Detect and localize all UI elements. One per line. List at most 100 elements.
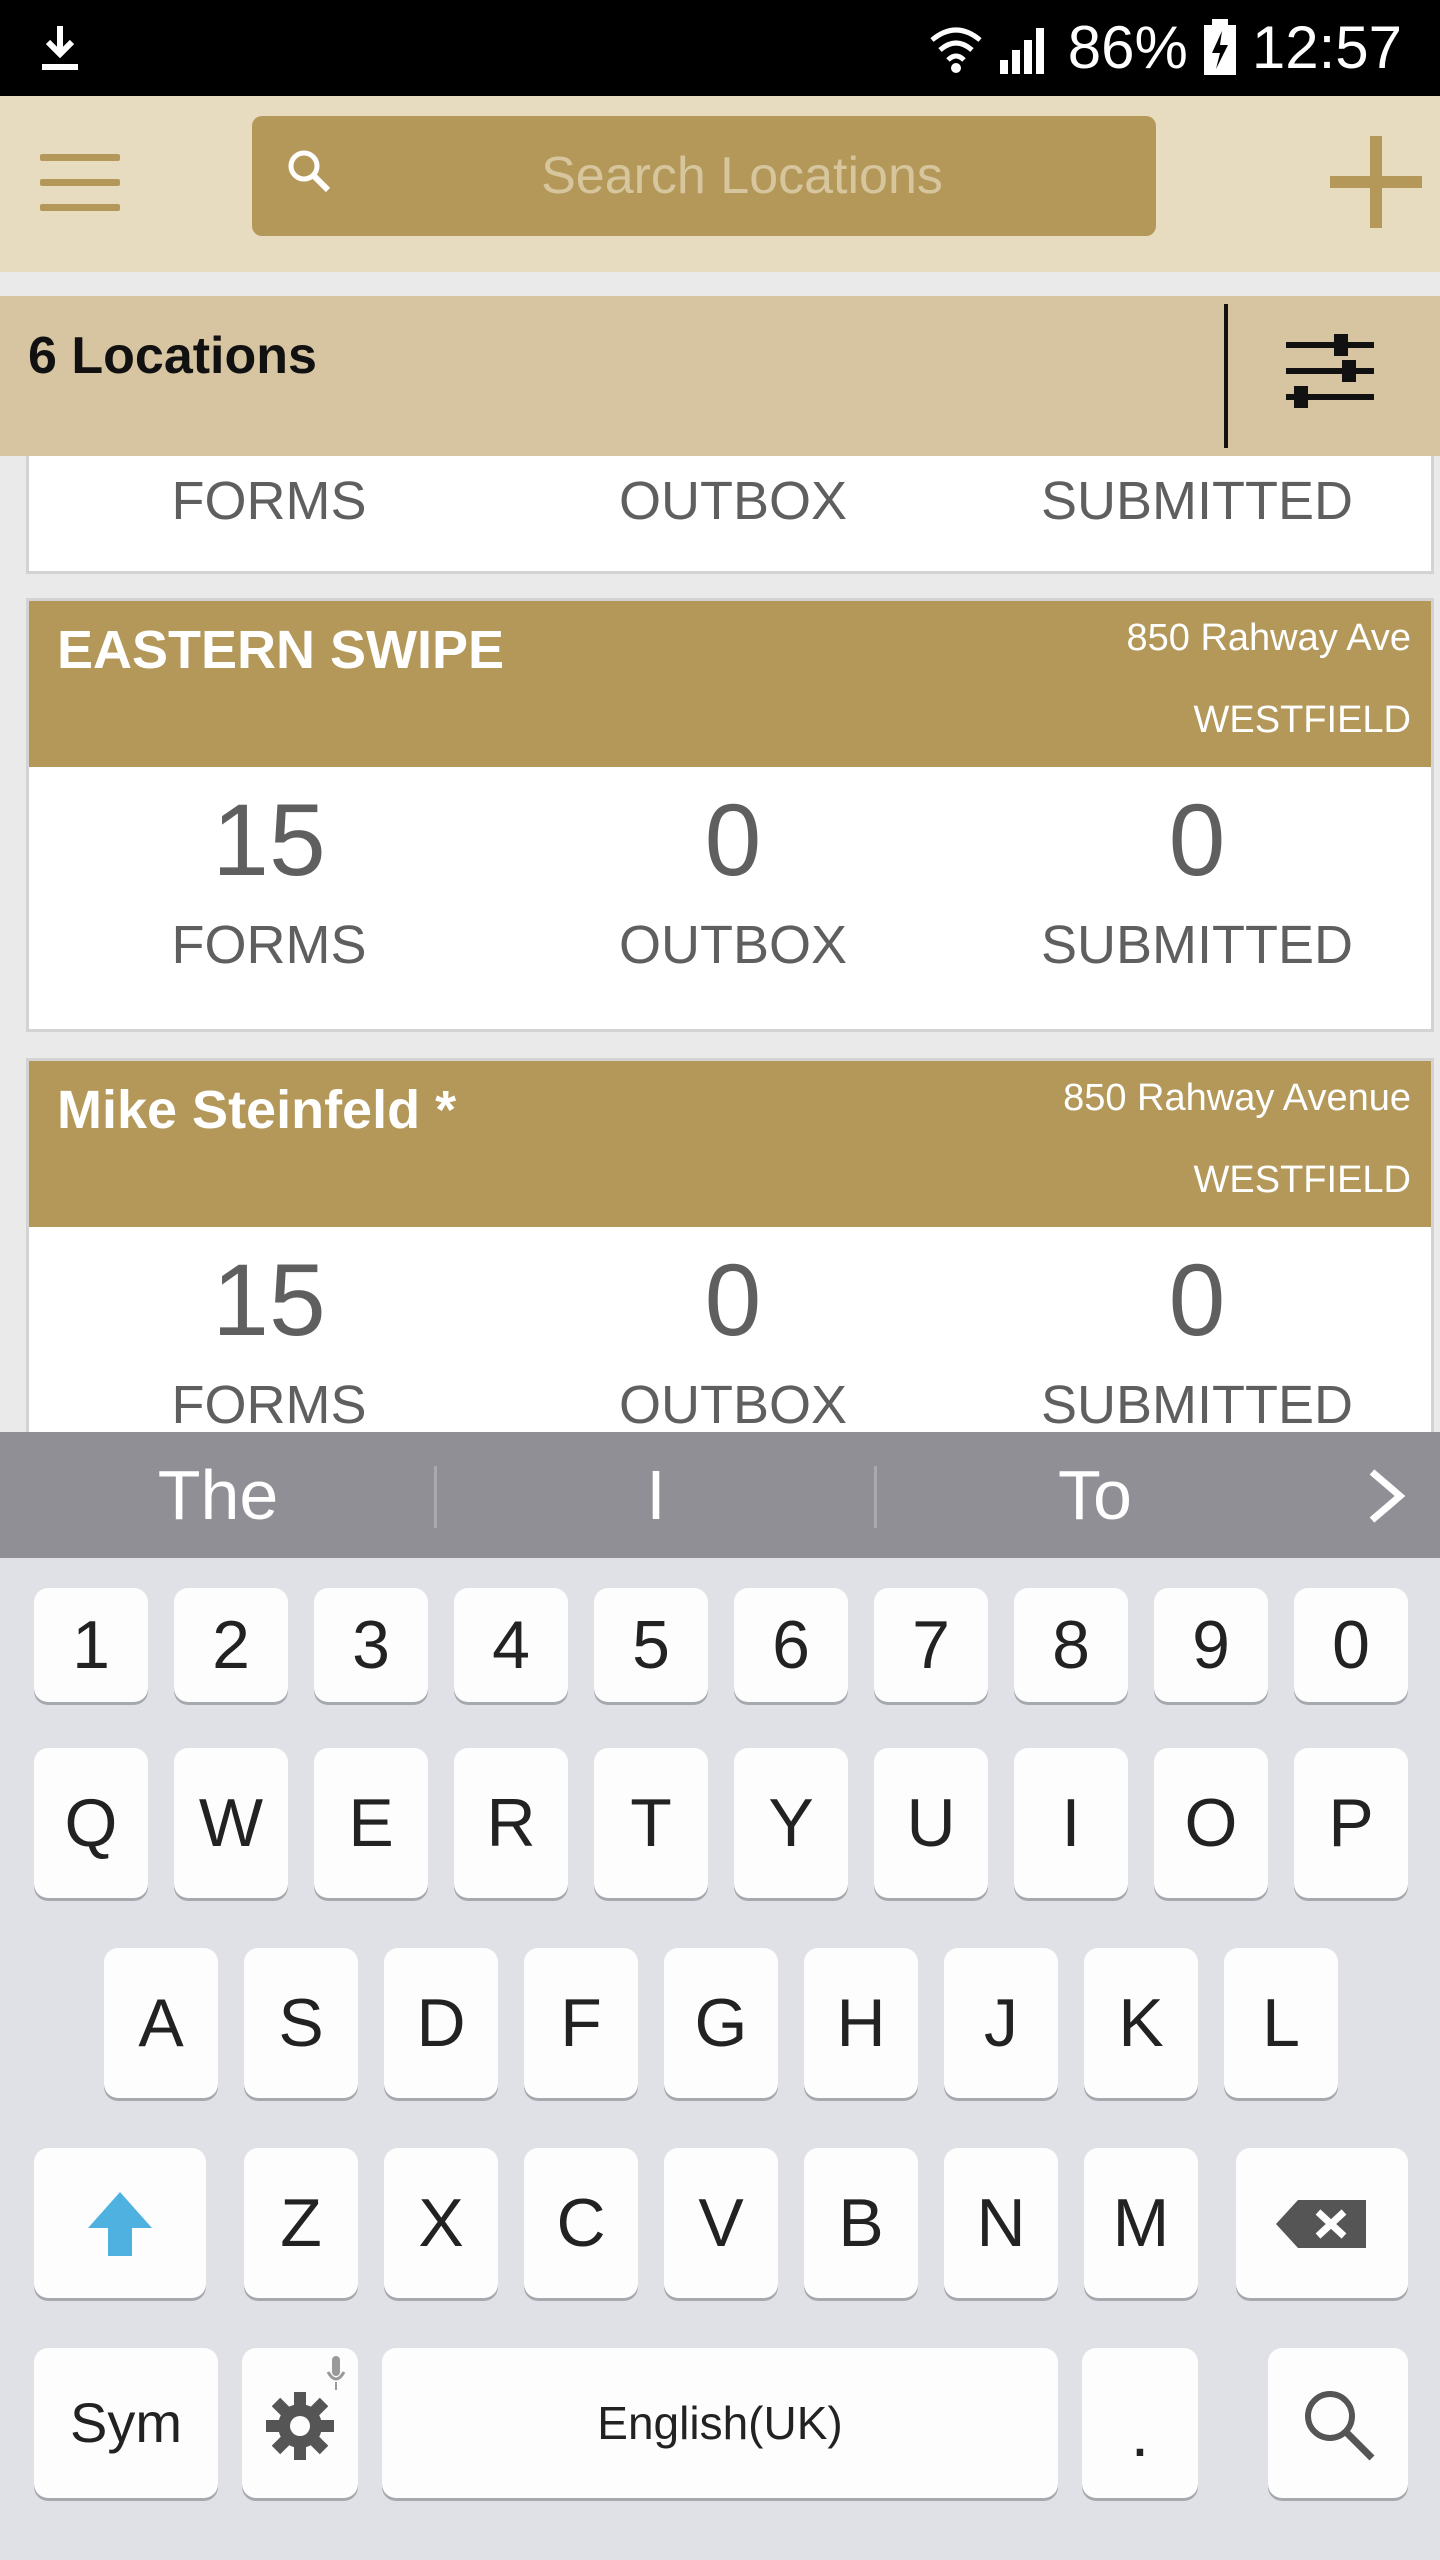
outbox-count: 0 [704, 1243, 762, 1357]
forms-label: FORMS [171, 471, 367, 531]
symbols-key[interactable]: Sym [34, 2348, 218, 2498]
letter-key[interactable]: K [1084, 1948, 1198, 2098]
on-screen-keyboard: The I To 1234567890 QWERTYUIOP ASDFGHJKL… [0, 1432, 1440, 2560]
letter-key[interactable]: Q [34, 1748, 148, 1898]
locations-count: 6 Locations [28, 327, 317, 385]
letter-key[interactable]: Z [244, 2148, 358, 2298]
suggestion-bar: The I To [0, 1432, 1440, 1558]
letter-key[interactable]: P [1294, 1748, 1408, 1898]
suggestion-word[interactable]: I [437, 1432, 875, 1558]
forms-count: 15 [212, 1243, 326, 1357]
number-key[interactable]: 6 [734, 1588, 848, 1702]
suggestion-word[interactable]: To [877, 1432, 1313, 1558]
shift-key[interactable] [34, 2148, 206, 2298]
shift-arrow-icon [88, 2192, 152, 2256]
number-key[interactable]: 8 [1014, 1588, 1128, 1702]
hamburger-menu-icon[interactable] [40, 154, 120, 214]
letter-key[interactable]: L [1224, 1948, 1338, 2098]
forms-label: FORMS [171, 1375, 367, 1432]
clock: 12:57 [1251, 14, 1402, 81]
location-city: WESTFIELD [1193, 699, 1411, 741]
submitted-stat[interactable]: 0 SUBMITTED [967, 1227, 1427, 1432]
search-icon [1305, 2391, 1375, 2461]
location-card-header: Mike Steinfeld * 850 Rahway Avenue WESTF… [29, 1061, 1431, 1227]
forms-stat[interactable]: 15 FORMS [39, 1227, 499, 1432]
add-location-button[interactable] [1330, 136, 1422, 228]
outbox-label: OUTBOX [618, 471, 848, 531]
outbox-stat[interactable]: 0 OUTBOX [503, 767, 963, 985]
number-key[interactable]: 0 [1294, 1588, 1408, 1702]
location-card-header: EASTERN SWIPE 850 Rahway Ave WESTFIELD [29, 601, 1431, 767]
signal-icon [999, 28, 1044, 74]
location-card[interactable]: EASTERN SWIPE 850 Rahway Ave WESTFIELD 1… [26, 598, 1434, 1032]
number-key[interactable]: 7 [874, 1588, 988, 1702]
submitted-label: SUBMITTED [1040, 471, 1353, 531]
letter-key[interactable]: H [804, 1948, 918, 2098]
forms-stat[interactable]: 15 FORMS [39, 767, 499, 985]
letter-key[interactable]: J [944, 1948, 1058, 2098]
settings-key[interactable] [242, 2348, 358, 2498]
location-name: EASTERN SWIPE [57, 620, 505, 680]
letter-key[interactable]: U [874, 1748, 988, 1898]
letter-key[interactable]: D [384, 1948, 498, 2098]
letter-key[interactable]: O [1154, 1748, 1268, 1898]
submitted-stat[interactable]: 0 SUBMITTED [967, 767, 1427, 985]
search-input[interactable] [352, 116, 1132, 236]
search-key[interactable] [1268, 2348, 1408, 2498]
letter-key[interactable]: G [664, 1948, 778, 2098]
number-key[interactable]: 5 [594, 1588, 708, 1702]
number-key[interactable]: 2 [174, 1588, 288, 1702]
divider [1224, 304, 1228, 448]
location-card-partial[interactable]: FORMS OUTBOX SUBMITTED [26, 456, 1434, 574]
letter-key[interactable]: W [174, 1748, 288, 1898]
download-icon [42, 26, 78, 70]
location-address: 850 Rahway Ave [1126, 617, 1412, 659]
location-name: Mike Steinfeld * [57, 1080, 457, 1140]
search-icon [288, 150, 331, 193]
letter-key[interactable]: C [524, 2148, 638, 2298]
space-key[interactable]: English(UK) [382, 2348, 1058, 2498]
forms-count: 15 [212, 783, 326, 897]
location-city: WESTFIELD [1193, 1159, 1411, 1201]
gear-icon [266, 2392, 334, 2460]
letter-key[interactable]: S [244, 1948, 358, 2098]
period-key[interactable]: . [1082, 2348, 1198, 2498]
letter-key[interactable]: R [454, 1748, 568, 1898]
microphone-icon [326, 2356, 346, 2390]
suggestion-word[interactable]: The [0, 1432, 436, 1558]
number-key[interactable]: 4 [454, 1588, 568, 1702]
submitted-count: 0 [1168, 1243, 1226, 1357]
outbox-count: 0 [704, 783, 762, 897]
letter-key[interactable]: N [944, 2148, 1058, 2298]
letter-key[interactable]: I [1014, 1748, 1128, 1898]
letter-key[interactable]: X [384, 2148, 498, 2298]
outbox-label: OUTBOX [618, 915, 848, 975]
letter-key[interactable]: E [314, 1748, 428, 1898]
chevron-right-icon[interactable] [1366, 1468, 1406, 1524]
search-bar[interactable] [252, 116, 1156, 236]
backspace-key[interactable] [1236, 2148, 1408, 2298]
forms-label: FORMS [171, 915, 367, 975]
letter-key[interactable]: T [594, 1748, 708, 1898]
letter-key[interactable]: Y [734, 1748, 848, 1898]
letter-key[interactable]: B [804, 2148, 918, 2298]
letter-key[interactable]: A [104, 1948, 218, 2098]
letter-key[interactable]: V [664, 2148, 778, 2298]
wifi-icon [930, 27, 982, 73]
number-key[interactable]: 9 [1154, 1588, 1268, 1702]
battery-percent: 86% [1067, 14, 1188, 81]
letter-key[interactable]: F [524, 1948, 638, 2098]
number-key[interactable]: 3 [314, 1588, 428, 1702]
outbox-label: OUTBOX [618, 1375, 848, 1432]
location-card[interactable]: Mike Steinfeld * 850 Rahway Avenue WESTF… [26, 1058, 1434, 1432]
battery-charging-icon [1203, 19, 1236, 75]
location-address: 850 Rahway Avenue [1063, 1077, 1411, 1119]
status-bar: 86% 12:57 [0, 0, 1440, 96]
number-key[interactable]: 1 [34, 1588, 148, 1702]
filter-sliders-icon[interactable] [1286, 332, 1374, 412]
locations-bar: 6 Locations [0, 296, 1440, 456]
letter-key[interactable]: M [1084, 2148, 1198, 2298]
app-header [0, 96, 1440, 272]
submitted-count: 0 [1168, 783, 1226, 897]
outbox-stat[interactable]: 0 OUTBOX [503, 1227, 963, 1432]
